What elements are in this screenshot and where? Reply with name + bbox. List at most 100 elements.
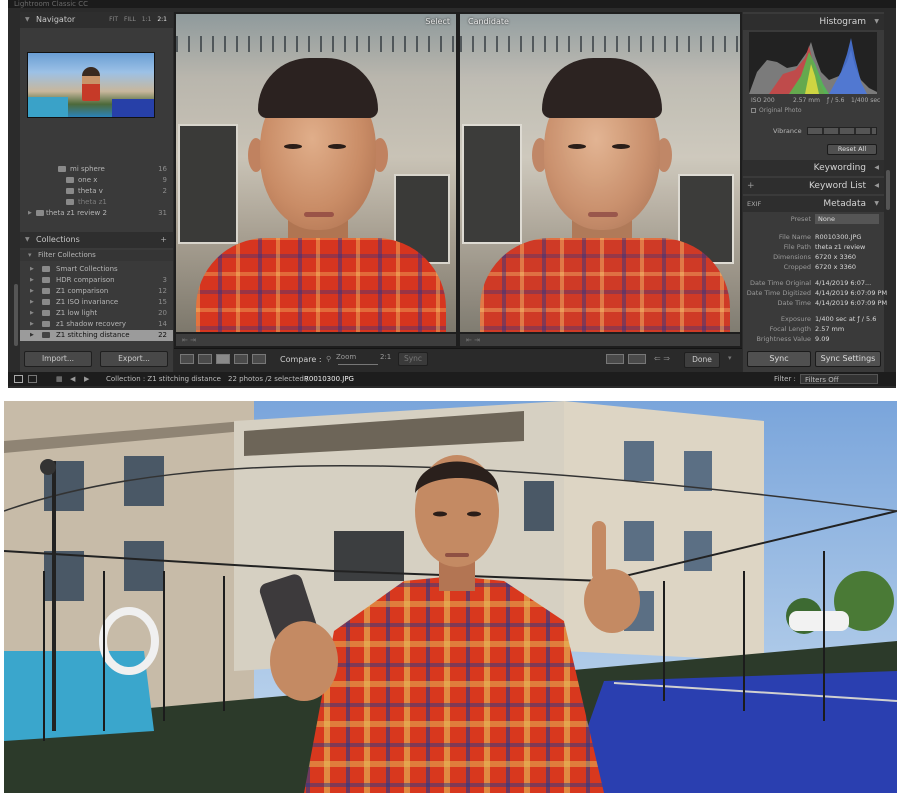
histogram-header[interactable]: Histogram ▼ [743, 14, 884, 30]
toolbar-menu-icon[interactable]: ▾ [728, 354, 732, 362]
make-select-icon[interactable] [628, 354, 646, 364]
collapse-triangle-icon[interactable]: ▼ [25, 12, 30, 28]
folder-item[interactable]: one x 9 [20, 175, 173, 186]
right-scrollbar[interactable] [886, 170, 890, 210]
lock-icon[interactable]: ⚲ [326, 355, 331, 363]
collection-item[interactable]: ▶ Smart Collections [20, 264, 173, 275]
photo-count: 22 photos /2 selected / [228, 375, 309, 383]
collection-breadcrumb[interactable]: Collection : Z1 stitching distance [106, 372, 221, 386]
zoom-slider[interactable] [338, 364, 378, 365]
zoom-value: 2:1 [380, 353, 392, 361]
expand-triangle-icon[interactable]: ▶ [30, 297, 34, 308]
add-keyword-icon[interactable]: + [747, 178, 755, 194]
people-view-icon[interactable] [252, 354, 266, 364]
expand-triangle-icon[interactable]: ▶ [30, 275, 34, 286]
vibrance-steppers[interactable] [807, 127, 877, 135]
left-scrollbar[interactable] [14, 284, 18, 346]
expand-triangle-icon[interactable]: ▶ [28, 208, 32, 219]
preset-select[interactable]: None [815, 214, 879, 224]
compare-view-icon[interactable] [216, 354, 230, 364]
export-button[interactable]: Export... [100, 351, 168, 367]
collection-item[interactable]: ▶ z1 shadow recovery 14 [20, 319, 173, 330]
import-button[interactable]: Import... [24, 351, 92, 367]
select-photo[interactable]: Select [176, 14, 456, 332]
folder-item[interactable]: mi sphere 16 [20, 164, 173, 175]
collection-item-selected[interactable]: ▶ Z1 stitching distance 22 [20, 330, 173, 341]
histogram-chart [749, 32, 877, 94]
collection-item[interactable]: ▶ Z1 comparison 12 [20, 286, 173, 297]
secondary-window-icon[interactable] [28, 375, 37, 383]
preview-pool [28, 97, 68, 117]
prev-next-arrows-icon[interactable]: ⇐ ⇒ [654, 354, 670, 363]
zoom-fill[interactable]: FILL [124, 16, 136, 23]
keywording-header[interactable]: Keywording ◀ [743, 160, 884, 176]
swap-icon[interactable] [606, 354, 624, 364]
folder-item[interactable]: ▶ theta z1 review 2 31 [20, 208, 173, 219]
folder-item[interactable]: theta z1 [20, 197, 173, 208]
collection-icon [42, 310, 50, 316]
collection-item[interactable]: ▶ Z1 low light 20 [20, 308, 173, 319]
survey-view-icon[interactable] [234, 354, 248, 364]
expand-triangle-icon[interactable]: ◀ [874, 160, 879, 176]
forward-arrow-icon[interactable]: ▶ [84, 372, 89, 386]
folder-icon [66, 188, 74, 194]
sync-settings-button[interactable]: Sync Settings [815, 351, 881, 367]
collapse-triangle-icon[interactable]: ▼ [874, 14, 879, 30]
vibrance-row: Vibrance [743, 126, 884, 136]
plaid-shirt [196, 238, 446, 332]
collapse-triangle-icon[interactable]: ▼ [25, 232, 30, 248]
folder-item[interactable]: theta v 2 [20, 186, 173, 197]
zoom-fit[interactable]: FIT [109, 16, 118, 23]
smart-collection-icon [42, 266, 50, 272]
expand-triangle-icon[interactable]: ▶ [30, 330, 34, 341]
metadata-header[interactable]: EXIF Metadata ▼ [743, 196, 884, 212]
selected-filename[interactable]: R0010300.JPG [304, 372, 354, 386]
expand-triangle-icon[interactable]: ▶ [30, 286, 34, 297]
preset-label: Preset [790, 215, 811, 223]
sync-metadata-button[interactable]: Sync [747, 351, 811, 367]
metadata-field: Date Time Digitized 4/14/2019 6:07:09 PM [746, 289, 888, 297]
expand-triangle-icon[interactable]: ◀ [874, 178, 879, 194]
keyword-list-header[interactable]: + Keyword List ◀ [743, 178, 884, 194]
expand-triangle-icon[interactable]: ▶ [30, 264, 34, 275]
select-info-bar: ⇤ ⇥ [176, 334, 456, 346]
folder-icon [66, 177, 74, 183]
filter-select[interactable]: Filters Off [800, 374, 878, 384]
sync-button[interactable]: Sync [398, 352, 428, 366]
collapse-triangle-icon[interactable]: ▼ [874, 196, 879, 212]
collection-item[interactable]: ▶ HDR comparison 3 [20, 275, 173, 286]
navigator-zoom-options[interactable]: FIT FILL 1:1 2:1 [109, 12, 167, 28]
add-collection-icon[interactable]: + [160, 232, 167, 248]
collection-icon [42, 277, 50, 283]
expand-triangle-icon[interactable]: ▶ [30, 308, 34, 319]
collection-item[interactable]: ▶ Z1 ISO invariance 15 [20, 297, 173, 308]
collections-header[interactable]: ▼ Collections + [20, 232, 173, 248]
filter-label: Filter : [774, 375, 796, 383]
app-title: Lightroom Classic CC [14, 0, 89, 8]
candidate-photo[interactable]: Candidate [460, 14, 740, 332]
back-arrow-icon[interactable]: ◀ [70, 372, 75, 386]
collection-icon [42, 299, 50, 305]
navigator-preview[interactable] [27, 52, 155, 118]
spherical-photo [4, 401, 897, 793]
grid-icon[interactable]: ▦ [56, 372, 63, 386]
grid-view-icon[interactable] [180, 354, 194, 364]
done-button[interactable]: Done [684, 352, 720, 368]
compare-view: Select Candidate ⇤ ⇥ ⇤ ⇥ Compare: ⚲ Zoo… [174, 12, 742, 372]
zoom-1to1[interactable]: 1:1 [142, 16, 152, 23]
building-window [178, 124, 238, 244]
loupe-view-icon[interactable] [198, 354, 212, 364]
expand-triangle-icon[interactable]: ▶ [30, 319, 34, 330]
filter-icon: ▾ [28, 251, 32, 259]
metadata-set-select[interactable]: EXIF [747, 196, 761, 212]
primary-window-icon[interactable] [14, 375, 23, 383]
histogram-title: Histogram [819, 17, 866, 27]
balcony-railing [176, 36, 456, 52]
reset-all-button[interactable]: Reset All [827, 144, 877, 155]
original-photo-row[interactable]: Original Photo [743, 106, 884, 116]
filter-collections[interactable]: ▾ Filter Collections [20, 250, 173, 261]
zoom-2to1[interactable]: 2:1 [157, 16, 167, 23]
navigator-header[interactable]: ▼ Navigator FIT FILL 1:1 2:1 [20, 12, 173, 28]
vibrance-label: Vibrance [773, 127, 802, 135]
checkbox-icon[interactable] [751, 108, 756, 113]
